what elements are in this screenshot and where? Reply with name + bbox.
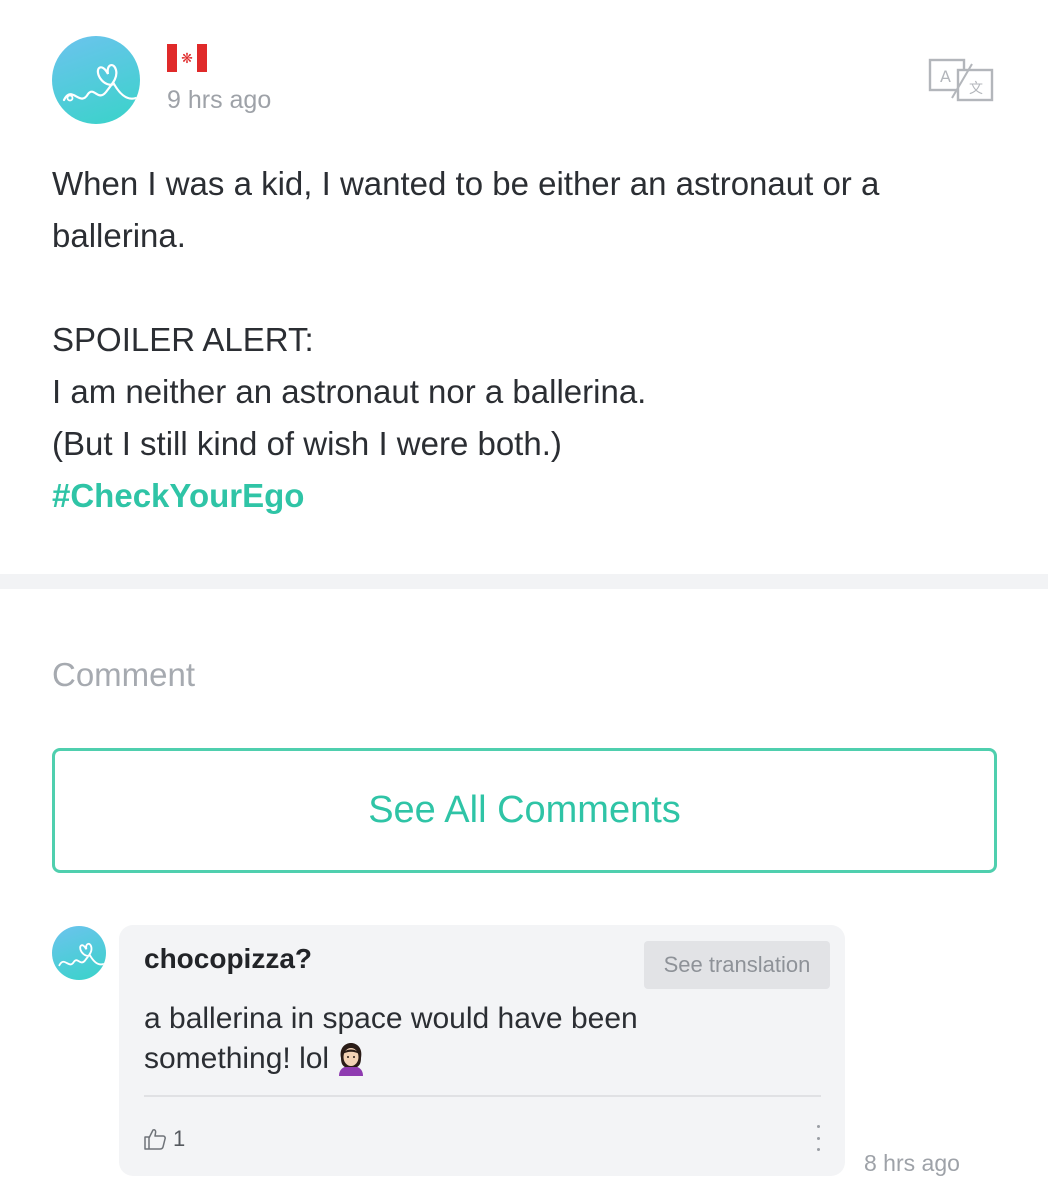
post-text-line: (But I still kind of wish I were both.)	[52, 425, 562, 462]
post-text-line: I am neither an astronaut nor a ballerin…	[52, 373, 647, 410]
comment-timestamp: 8 hrs ago	[864, 1150, 960, 1176]
person-shrugging-emoji-icon	[335, 1042, 367, 1078]
like-count: 1	[173, 1126, 186, 1151]
author-avatar[interactable]	[52, 36, 140, 124]
post-timestamp: 9 hrs ago	[167, 86, 272, 114]
hashtag-link[interactable]: #CheckYourEgo	[52, 470, 1002, 522]
comment-divider	[144, 1095, 821, 1097]
canada-flag-icon: ❋	[167, 44, 207, 72]
translate-icon: A 文	[928, 58, 994, 102]
section-divider	[0, 574, 1048, 589]
comment-username[interactable]: chocopizza?	[144, 943, 312, 975]
comment-text-content: a ballerina in space would have been som…	[144, 1002, 638, 1075]
heart-doodle-icon	[62, 64, 138, 102]
comment-heading: Comment	[52, 656, 196, 693]
see-all-comments-button[interactable]: See All Comments	[52, 748, 997, 873]
like-button[interactable]: 1	[143, 1125, 185, 1153]
post-text-line: SPOILER ALERT:	[52, 321, 314, 358]
thumbs-up-icon	[144, 1129, 166, 1150]
comment-text: a ballerina in space would have been som…	[144, 999, 764, 1079]
post: ❋ 9 hrs ago A 文 When I was a kid, I want…	[0, 0, 1048, 574]
svg-text:A: A	[940, 67, 951, 86]
more-options-icon[interactable]	[811, 1125, 825, 1151]
see-translation-button[interactable]: See translation	[644, 941, 830, 989]
post-body: When I was a kid, I wanted to be either …	[52, 158, 1002, 522]
comment-card: chocopizza? See translation a ballerina …	[119, 925, 845, 1176]
post-text-line: When I was a kid, I wanted to be either …	[52, 165, 880, 254]
heart-doodle-icon	[58, 942, 105, 967]
svg-text:文: 文	[969, 81, 983, 97]
commenter-avatar[interactable]	[52, 926, 106, 980]
translate-button[interactable]: A 文	[928, 58, 994, 102]
